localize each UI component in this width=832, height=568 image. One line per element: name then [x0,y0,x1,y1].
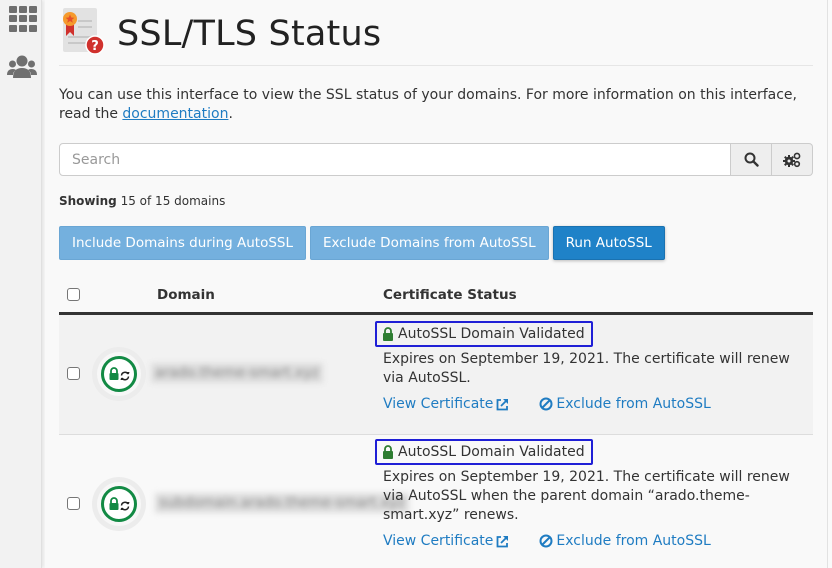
main-content: ? SSL/TLS Status You can use this interf… [45,0,827,568]
search-icon [744,152,759,167]
showing-text: 15 of 15 domains [120,194,226,208]
column-header-domain: Domain [157,287,215,303]
row-checkbox[interactable] [67,367,80,380]
row-checkbox[interactable] [67,497,80,510]
search-button[interactable] [731,143,772,176]
domains-table: Domain Certificate Status arado.theme-sm… [59,276,813,568]
row-actions: View Certificate Exclude from AutoSSL [383,533,803,549]
documentation-link[interactable]: documentation [122,106,228,122]
ssl-status-indicator [97,352,141,396]
expiry-text: Expires on September 19, 2021. The certi… [383,351,790,386]
table-header: Domain Certificate Status [59,276,813,315]
view-certificate-label: View Certificate [383,396,494,412]
view-certificate-link[interactable]: View Certificate [383,533,509,549]
description-suffix: . [228,106,233,122]
status-badge: AutoSSL Domain Validated [375,321,593,347]
exclude-from-autossl-link[interactable]: Exclude from AutoSSL [539,396,711,412]
certificate-status-cell: AutoSSL Domain Validated Expires on Sept… [375,439,803,549]
users-icon[interactable] [7,54,37,80]
external-link-icon [497,535,509,547]
select-all-checkbox[interactable] [67,288,80,301]
exclude-from-autossl-label: Exclude from AutoSSL [556,396,711,412]
status-text: AutoSSL Domain Validated [398,444,585,460]
include-domains-button[interactable]: Include Domains during AutoSSL [59,226,306,260]
action-buttons: Include Domains during AutoSSL Exclude D… [59,226,665,260]
certificate-status-cell: AutoSSL Domain Validated Expires on Sept… [375,321,803,412]
sidebar [0,0,42,568]
search-settings-button[interactable] [772,143,813,176]
lock-renew-icon [109,367,130,381]
column-header-certificate-status: Certificate Status [383,287,517,303]
status-text: AutoSSL Domain Validated [398,326,585,342]
apps-grid-icon[interactable] [7,6,37,32]
domain-name: subdomain.arado.theme-smart.xyz [155,493,409,513]
lock-icon [383,445,393,459]
ssl-status-indicator [97,482,141,526]
showing-count: Showing 15 of 15 domains [59,194,225,208]
certificate-question-icon: ? [62,6,106,56]
table-row: subdomain.arado.theme-smart.xyz AutoSSL … [59,435,813,568]
external-link-icon [497,398,509,410]
exclude-domains-button[interactable]: Exclude Domains from AutoSSL [310,226,549,260]
lock-icon [383,327,393,341]
view-certificate-link[interactable]: View Certificate [383,396,509,412]
page-scrollbar[interactable] [827,0,832,568]
svg-text:?: ? [91,39,99,54]
page-title: SSL/TLS Status [117,14,382,54]
exclude-from-autossl-label: Exclude from AutoSSL [556,533,711,549]
page-description: You can use this interface to view the S… [59,86,819,124]
title-divider [59,65,813,66]
status-badge: AutoSSL Domain Validated [375,439,593,465]
expiry-text: Expires on September 19, 2021. The certi… [383,469,790,523]
search-input[interactable] [59,143,731,176]
view-certificate-label: View Certificate [383,533,494,549]
showing-label: Showing [59,194,117,208]
cogs-icon [783,152,801,167]
exclude-from-autossl-link[interactable]: Exclude from AutoSSL [539,533,711,549]
table-row: arado.theme-smart.xyz AutoSSL Domain Val… [59,315,813,435]
search-bar [59,143,813,176]
ban-icon [539,534,553,548]
run-autossl-button[interactable]: Run AutoSSL [552,226,665,260]
domain-name: arado.theme-smart.xyz [151,363,323,383]
lock-renew-icon [109,497,130,511]
ban-icon [539,397,553,411]
row-actions: View Certificate Exclude from AutoSSL [383,396,803,412]
